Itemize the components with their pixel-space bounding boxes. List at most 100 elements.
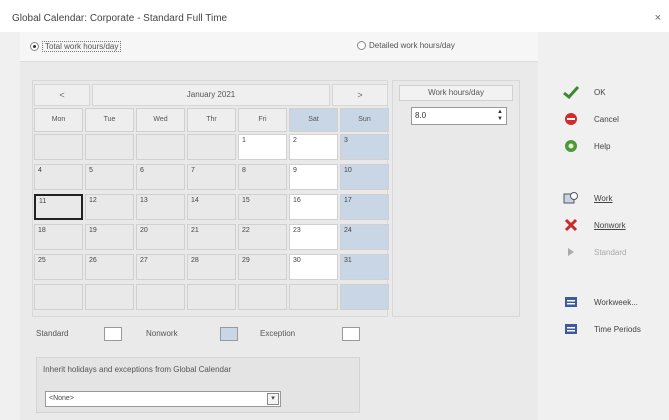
- day-cell[interactable]: 23: [289, 224, 338, 250]
- chevron-down-icon[interactable]: ▾: [267, 393, 279, 405]
- day-cell[interactable]: 12: [85, 194, 134, 220]
- inherit-label: Inherit holidays and exceptions from Glo…: [43, 365, 232, 374]
- month-label: January 2021: [92, 84, 330, 106]
- calendar-grid: < January 2021 > Mon Tue Wed Thr Fri Sat Sun 1…: [32, 80, 389, 317]
- close-icon[interactable]: ×: [655, 12, 661, 24]
- day-cell[interactable]: 13: [136, 194, 185, 220]
- nonwork-button[interactable]: Nonwork: [560, 213, 669, 237]
- day-cell[interactable]: 11: [34, 194, 83, 220]
- day-cell[interactable]: 19: [85, 224, 134, 250]
- day-header: Thr: [187, 108, 236, 132]
- day-cell[interactable]: [136, 284, 185, 310]
- day-header: Wed: [136, 108, 185, 132]
- time-periods-label: Time Periods: [594, 324, 641, 334]
- play-icon: [560, 243, 582, 261]
- day-cell[interactable]: 14: [187, 194, 236, 220]
- next-month-button[interactable]: >: [332, 84, 388, 106]
- ok-label: OK: [594, 87, 606, 97]
- day-cell[interactable]: 21: [187, 224, 236, 250]
- day-cell[interactable]: [289, 284, 338, 310]
- day-cell[interactable]: 17: [340, 194, 389, 220]
- day-cell[interactable]: 15: [238, 194, 287, 220]
- work-hours-panel: Work hours/day 8.0 ▲ ▼: [392, 80, 520, 317]
- day-cell[interactable]: 24: [340, 224, 389, 250]
- work-icon: [560, 189, 582, 207]
- day-cell[interactable]: 2: [289, 134, 338, 160]
- help-icon: [560, 137, 582, 155]
- day-cell[interactable]: 8: [238, 164, 287, 190]
- work-label: Work: [594, 193, 613, 203]
- ok-button[interactable]: OK: [560, 80, 669, 104]
- legend-exception-label: Exception: [260, 329, 296, 338]
- day-header: Sat: [289, 108, 338, 132]
- day-cell[interactable]: 25: [34, 254, 83, 280]
- cancel-icon: [560, 110, 582, 128]
- day-cell[interactable]: 6: [136, 164, 185, 190]
- radio-dot[interactable]: [357, 41, 366, 50]
- close-icon: [560, 216, 582, 234]
- day-cell[interactable]: 22: [238, 224, 287, 250]
- day-header: Fri: [238, 108, 287, 132]
- calendar-icon: [560, 293, 582, 311]
- day-cell[interactable]: [136, 134, 185, 160]
- day-cell[interactable]: 18: [34, 224, 83, 250]
- day-cell[interactable]: 5: [85, 164, 134, 190]
- day-cell[interactable]: 4: [34, 164, 83, 190]
- legend-nonwork-swatch: [220, 327, 238, 341]
- day-cell[interactable]: 16: [289, 194, 338, 220]
- calendar-nav: < January 2021 >: [33, 81, 389, 106]
- window-title: Global Calendar: Corporate - Standard Fu…: [12, 13, 228, 24]
- day-cell[interactable]: 20: [136, 224, 185, 250]
- workweek-button[interactable]: Workweek...: [560, 290, 669, 314]
- legend-standard-swatch: [104, 327, 122, 341]
- detailed-hours-radio[interactable]: Detailed work hours/day: [357, 41, 455, 50]
- nonwork-label: Nonwork: [594, 220, 626, 230]
- select-value: <None>: [49, 395, 74, 402]
- day-cell[interactable]: [34, 134, 83, 160]
- inherit-group: Inherit holidays and exceptions from Glo…: [36, 357, 360, 413]
- radio-dot-selected[interactable]: [30, 42, 39, 51]
- day-header: Sun: [340, 108, 389, 132]
- day-cell[interactable]: [238, 284, 287, 310]
- global-calendar-select[interactable]: <None> ▾: [45, 391, 281, 407]
- day-cell[interactable]: 27: [136, 254, 185, 280]
- calendar-icon: [560, 320, 582, 338]
- time-periods-button[interactable]: Time Periods: [560, 317, 669, 341]
- legend-standard-label: Standard: [36, 329, 69, 338]
- check-icon: [560, 83, 582, 101]
- hours-mode-bar: Total work hours/day Detailed work hours…: [20, 32, 538, 62]
- day-cell[interactable]: 9: [289, 164, 338, 190]
- day-cell[interactable]: [34, 284, 83, 310]
- day-cell[interactable]: 31: [340, 254, 389, 280]
- legend: Standard Nonwork Exception: [36, 327, 386, 343]
- standard-button[interactable]: Standard: [560, 240, 669, 264]
- day-cell[interactable]: [85, 284, 134, 310]
- total-hours-radio[interactable]: Total work hours/day: [30, 41, 122, 52]
- day-cell[interactable]: [187, 134, 236, 160]
- workweek-label: Workweek...: [594, 297, 638, 307]
- day-header: Mon: [34, 108, 83, 132]
- cancel-button[interactable]: Cancel: [560, 107, 669, 131]
- spinner-icon[interactable]: ▲ ▼: [496, 109, 504, 123]
- day-cell[interactable]: 30: [289, 254, 338, 280]
- day-cell[interactable]: [187, 284, 236, 310]
- day-cell[interactable]: 26: [85, 254, 134, 280]
- work-hours-input[interactable]: 8.0 ▲ ▼: [411, 107, 507, 125]
- day-cell[interactable]: [340, 284, 389, 310]
- help-label: Help: [594, 141, 611, 151]
- legend-nonwork-label: Nonwork: [146, 329, 178, 338]
- prev-month-button[interactable]: <: [34, 84, 90, 106]
- day-cell[interactable]: [85, 134, 134, 160]
- day-cell[interactable]: 3: [340, 134, 389, 160]
- day-header: Tue: [85, 108, 134, 132]
- standard-label: Standard: [594, 247, 627, 257]
- day-cell[interactable]: 10: [340, 164, 389, 190]
- work-button[interactable]: Work: [560, 186, 669, 210]
- day-cell[interactable]: 28: [187, 254, 236, 280]
- total-hours-label: Total work hours/day: [42, 41, 122, 52]
- day-cell[interactable]: 1: [238, 134, 287, 160]
- help-button[interactable]: Help: [560, 134, 669, 158]
- title-bar: Global Calendar: Corporate - Standard Fu…: [0, 0, 669, 32]
- day-cell[interactable]: 29: [238, 254, 287, 280]
- day-cell[interactable]: 7: [187, 164, 236, 190]
